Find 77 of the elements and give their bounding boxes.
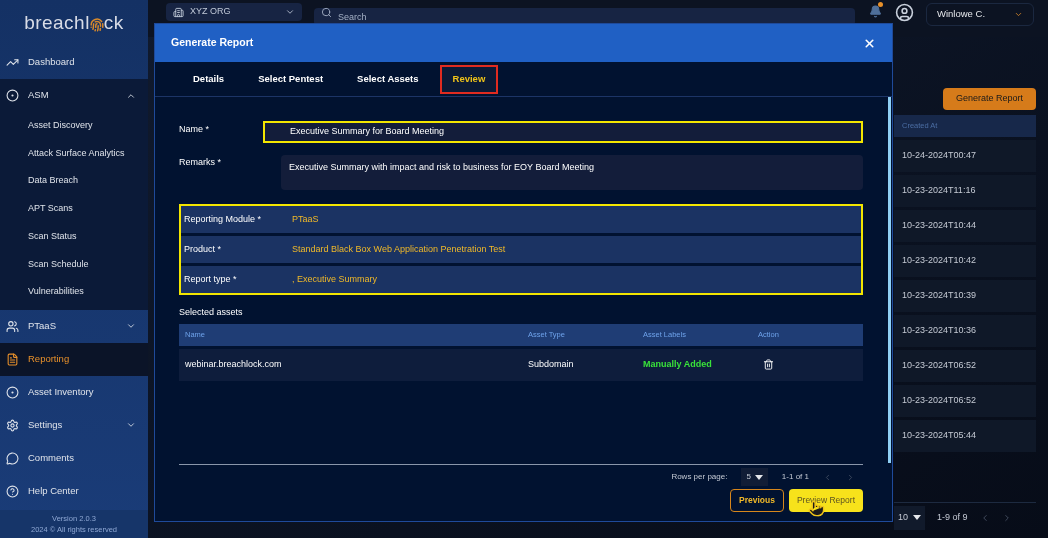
previous-page-icon[interactable] [823,472,832,482]
caret-icon [754,474,763,480]
help-icon [6,484,19,498]
table-cell-text: webinar.breachlock.com [185,357,283,371]
pagination-range: 1-9 of 9 [937,510,968,524]
rows-per-page-select[interactable]: 10 [894,505,925,530]
sidebar-item[interactable]: Asset Inventory [0,375,148,409]
table-cell: 10-24-2024T00:47 [894,140,1036,172]
table-cell: 10-23-2024T10:36 [894,315,1036,347]
table-cell: 10-23-2024T10:42 [894,245,1036,277]
delete-icon[interactable] [763,359,774,370]
sidebar-item[interactable]: Settings [0,408,148,442]
table-cell: 10-23-2024T10:44 [894,210,1036,242]
section-title: Selected assets [179,306,244,319]
summary-label: Reporting Module * [184,212,263,226]
tab[interactable]: Review [439,64,499,94]
sidebar-item[interactable]: Reporting [0,342,148,376]
pagination-range: 1-1 of 1 [781,471,809,483]
field-label: Name * [179,123,210,136]
chevron-down-icon [1014,10,1023,19]
caret-icon [913,515,921,520]
logo-text: breachl [24,10,90,35]
notification-button[interactable] [867,3,883,19]
sidebar-item[interactable]: PTaaS [0,309,148,343]
next-page-icon[interactable] [846,472,855,482]
summary-value: PTaaS [292,212,319,226]
rows-per-page-select[interactable]: 5 [741,468,768,486]
search-icon [321,6,332,18]
summary-label: Report type * [184,272,238,286]
table-cell: 10-23-2024T06:52 [894,350,1036,382]
dialog-title: Generate Report [171,35,254,51]
remarks-field[interactable]: Executive Summary with impact and risk to business for EOY Board Meeting [281,155,863,190]
sidebar-subitem[interactable]: Data Breach [0,167,148,196]
table-cell: 10-23-2024T05:44 [894,420,1036,452]
chart-icon [6,56,19,69]
tab[interactable]: Select Assets [344,64,432,94]
fingerprint-icon [89,17,104,32]
sidebar-item[interactable]: Dashboard [0,46,148,79]
logo-text: ck [103,10,124,35]
preview-report-button[interactable]: Preview Report [788,489,863,512]
document-icon [6,352,19,366]
sidebar-subitem[interactable]: Vulnerabilities [0,278,148,306]
tab[interactable]: Select Pentest [245,64,337,94]
table-cell: 10-23-2024T11:16 [894,175,1036,207]
rows-per-page-label: Rows per page: [671,471,728,483]
table-cell: 10-23-2024T06:52 [894,385,1036,417]
avatar-icon [895,3,914,22]
target-icon [6,385,19,399]
user-menu[interactable]: Winlowe C. [926,3,1034,26]
sidebar-subitem[interactable]: Asset Discovery [0,112,148,140]
previous-button[interactable]: Previous [730,489,784,512]
summary-value: , Executive Summary [292,272,378,286]
sidebar-item[interactable]: Help Center [0,474,148,508]
sidebar-subitem[interactable]: APT Scans [0,195,148,223]
close-icon[interactable] [863,36,876,50]
sidebar-item[interactable]: ASM [0,79,148,112]
sidebar-subitem[interactable]: Scan Status [0,222,148,251]
settings-icon [6,418,19,432]
table-cell: 10-23-2024T10:39 [894,280,1036,312]
asset-label: Manually Added [643,357,713,371]
summary-value: Standard Black Box Web Application Penetration Test [292,242,506,256]
sidebar-item[interactable]: Comments [0,441,148,475]
generate-report-button[interactable]: Generate Report [943,88,1036,110]
summary-label: Product * [184,242,223,256]
name-field[interactable]: Executive Summary for Board Meeting [263,121,863,143]
chevron-down-icon [285,7,295,17]
target-icon [6,89,19,102]
bell-icon [868,4,882,18]
sidebar-subitem[interactable]: Scan Schedule [0,250,148,279]
people-icon [6,319,19,333]
building-icon [173,6,184,18]
table-cell-text: Subdomain [528,357,575,371]
field-label: Remarks * [179,156,222,169]
sidebar-subitem[interactable]: Attack Surface Analytics [0,139,148,168]
organization-dropdown[interactable]: XYZ ORG [166,3,302,21]
chat-icon [6,451,19,465]
tab[interactable]: Details [180,64,238,94]
